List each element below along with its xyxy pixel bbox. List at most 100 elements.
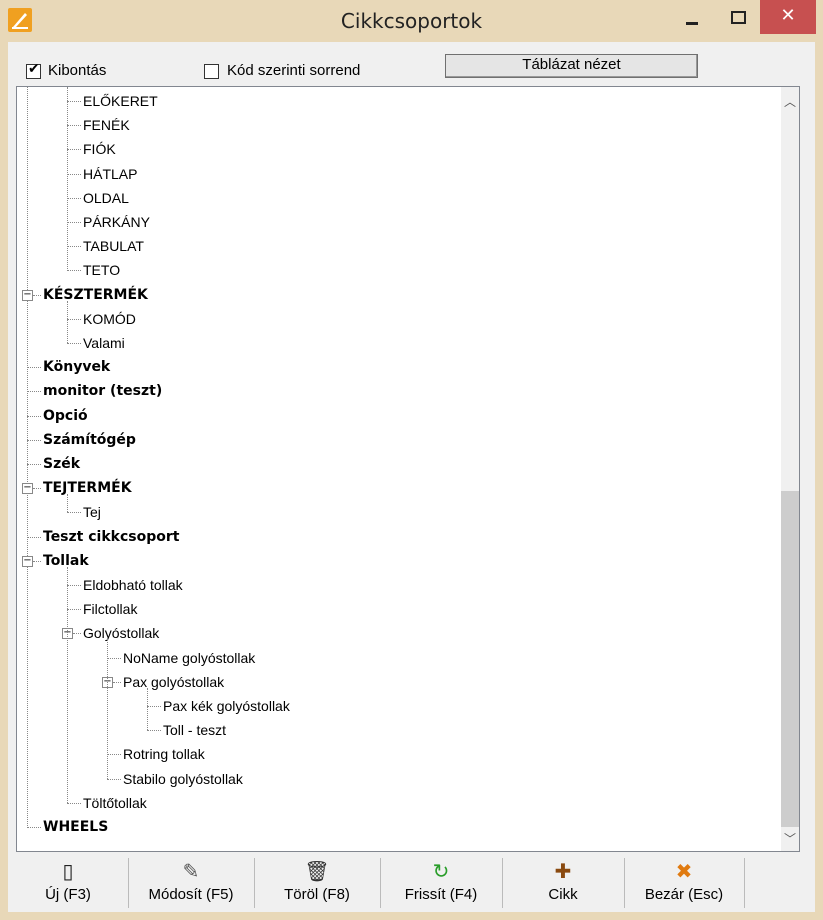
- tree-connector: [67, 197, 81, 199]
- tree-connector: [67, 566, 68, 803]
- close-x-icon: ✖: [675, 859, 693, 883]
- new-document-button[interactable]: ▯ Új (F3): [8, 858, 129, 908]
- tree-item[interactable]: Filctollak: [83, 598, 137, 620]
- tree-connector: [27, 439, 41, 441]
- tree-item[interactable]: Pax kék golyóstollak: [163, 695, 290, 717]
- tree-item[interactable]: NoName golyóstollak: [123, 647, 255, 669]
- plus-icon: ✚: [554, 859, 572, 883]
- tree-connector: [107, 657, 121, 659]
- tree-connector: [67, 125, 81, 127]
- close-window-button[interactable]: ✕: [760, 0, 816, 34]
- tree-connector: [67, 270, 81, 272]
- tree-connector: [67, 318, 81, 320]
- tree-item[interactable]: KOMÓD: [83, 308, 136, 330]
- expand-checkbox[interactable]: ✔: [26, 61, 41, 79]
- tree-item[interactable]: monitor (teszt): [43, 380, 162, 402]
- plus-button[interactable]: ✚ Cikk: [502, 858, 625, 908]
- collapse-toggle[interactable]: −: [22, 555, 33, 567]
- tree-connector: [27, 367, 41, 369]
- trash-icon: 🗑: [304, 859, 330, 883]
- tree-connector: [67, 343, 81, 344]
- tree-connector: [67, 512, 81, 514]
- scroll-up-icon[interactable]: ︿: [781, 93, 799, 110]
- tree-connector: [73, 633, 81, 635]
- tree-connector: [107, 778, 121, 780]
- tree-item[interactable]: FENÉK: [83, 114, 130, 136]
- tree-connector: [67, 222, 81, 223]
- maximize-icon: [731, 11, 746, 24]
- tree-connector: [113, 681, 121, 683]
- tree-connector: [67, 494, 68, 513]
- tree-connector: [67, 585, 81, 586]
- table-view-button[interactable]: Táblázat nézet: [445, 54, 698, 78]
- scroll-down-icon[interactable]: ﹀: [781, 830, 799, 847]
- tree-connector: [147, 706, 161, 707]
- toolbar-button-label: Frissít (F4): [404, 886, 478, 903]
- code-order-checkbox[interactable]: [204, 64, 219, 79]
- toolbar-button-label: Töröl (F8): [284, 886, 350, 903]
- category-tree[interactable]: ELŐKERET FENÉK FIÓK HÁTLAP OLDAL PÁRKÁNY TABUL…: [16, 86, 800, 852]
- tree-connector: [67, 149, 81, 151]
- tree-item[interactable]: WHEELS: [43, 816, 108, 838]
- title-bar[interactable]: Cikkcsoportok ✕: [0, 0, 823, 42]
- tree-item[interactable]: Teszt cikkcsoport: [43, 526, 179, 548]
- tree-item[interactable]: Valami: [83, 332, 125, 354]
- refresh-button[interactable]: ↻ Frissít (F4): [380, 858, 503, 908]
- bottom-toolbar: ▯ Új (F3) ✎ Módosít (F5) 🗑 Töröl (F8) ↻ Frissít…: [8, 854, 815, 912]
- expand-label: Kibontás: [48, 62, 107, 79]
- toolbar-button-label: Cikk: [548, 886, 578, 903]
- tree-connector: [67, 609, 81, 611]
- tree-item[interactable]: Szék: [43, 453, 80, 475]
- tree-item[interactable]: TABULAT: [83, 235, 144, 257]
- tree-item[interactable]: Tollak: [43, 550, 89, 572]
- tree-connector: [27, 827, 41, 828]
- toolbar-button-label: Módosít (F5): [148, 886, 234, 903]
- tree-item[interactable]: Rotring tollak: [123, 743, 205, 765]
- tree-connector: [27, 536, 41, 538]
- collapse-toggle[interactable]: −: [22, 289, 33, 301]
- tree-connector: [67, 87, 68, 272]
- tree-item[interactable]: Könyvek: [43, 356, 110, 378]
- options-row: ✔ Kibontás Kód szerinti sorrend Táblázat…: [8, 42, 815, 86]
- vertical-scrollbar[interactable]: ︿ ﹀: [781, 87, 799, 851]
- tree-connector: [33, 560, 41, 562]
- tree-item[interactable]: OLDAL: [83, 187, 129, 209]
- close-x-button[interactable]: ✖ Bezár (Esc): [624, 858, 745, 908]
- tree-item[interactable]: KÉSZTERMÉK: [43, 284, 148, 306]
- tree-item[interactable]: ELŐKERET: [83, 90, 158, 112]
- tree-item[interactable]: Eldobható tollak: [83, 574, 183, 596]
- tree-item[interactable]: Tej: [83, 501, 101, 523]
- maximize-button[interactable]: [714, 0, 760, 34]
- tree-item[interactable]: HÁTLAP: [83, 163, 137, 185]
- tree-item[interactable]: FIÓK: [83, 138, 116, 160]
- tree-connector: [27, 415, 41, 417]
- tree-item[interactable]: TEJTERMÉK: [43, 477, 132, 499]
- tree-connector: [33, 488, 41, 490]
- tree-connector: [27, 464, 41, 465]
- tree-item[interactable]: Pax golyóstollak: [123, 671, 224, 693]
- edit-button[interactable]: ✎ Módosít (F5): [128, 858, 255, 908]
- tree-item[interactable]: PÁRKÁNY: [83, 211, 150, 233]
- tree-connector: [27, 87, 28, 828]
- tree-item[interactable]: Töltőtollak: [83, 792, 147, 814]
- tree-item[interactable]: Stabilo golyóstollak: [123, 768, 243, 790]
- tree-item[interactable]: Számítógép: [43, 429, 136, 451]
- scroll-thumb[interactable]: [781, 491, 799, 827]
- tree-connector: [67, 300, 68, 343]
- tree-item[interactable]: Toll - teszt: [163, 719, 226, 741]
- tree-item[interactable]: Golyóstollak: [83, 622, 159, 644]
- app-window: Cikkcsoportok ✕ ✔ Kibontás Kód szerinti …: [0, 0, 823, 920]
- tree-item[interactable]: Opció: [43, 405, 88, 427]
- collapse-toggle[interactable]: −: [22, 483, 33, 495]
- tree-item[interactable]: TETO: [83, 259, 120, 281]
- client-area: ✔ Kibontás Kód szerinti sorrend Táblázat…: [8, 42, 815, 912]
- tree-connector: [67, 802, 81, 804]
- toolbar-button-label: Új (F3): [45, 886, 91, 903]
- trash-button[interactable]: 🗑 Töröl (F8): [254, 858, 381, 908]
- tree-connector: [67, 101, 81, 102]
- tree-connector: [107, 639, 108, 779]
- edit-icon: ✎: [182, 859, 200, 883]
- close-icon: ✕: [780, 5, 796, 26]
- tree-connector: [107, 754, 121, 756]
- minimize-button[interactable]: [668, 0, 714, 34]
